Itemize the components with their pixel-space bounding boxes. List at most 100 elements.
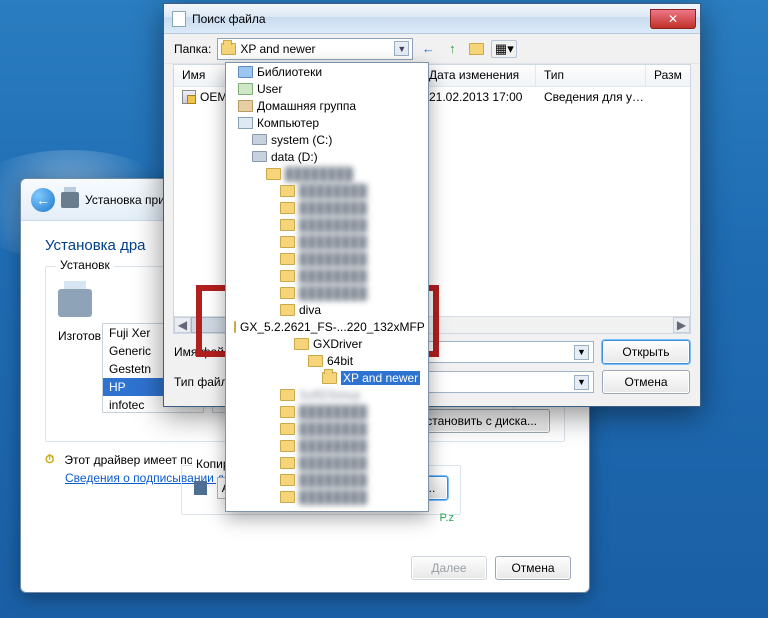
tree-item-label: diva	[299, 303, 321, 317]
tree-item[interactable]: 64bit	[226, 352, 428, 369]
tree-item-label: SoftDSetup	[299, 388, 360, 402]
tree-item[interactable]: ████████	[226, 165, 428, 182]
library-icon	[238, 66, 253, 78]
folder-icon	[280, 457, 295, 469]
back-button[interactable]: ←	[31, 188, 55, 212]
folder-icon	[280, 406, 295, 418]
tree-item-label: 64bit	[327, 354, 353, 368]
tree-item[interactable]: ████████	[226, 471, 428, 488]
dialog-cancel-button[interactable]: Отмена	[602, 370, 690, 394]
tree-item[interactable]: ████████	[226, 216, 428, 233]
chevron-down-icon[interactable]: ▼	[574, 345, 589, 360]
tree-item-label: ████████	[299, 286, 367, 300]
tree-item-label: Домашняя группа	[257, 99, 356, 113]
user-icon	[238, 83, 253, 95]
new-folder-icon[interactable]	[467, 40, 485, 58]
shield-warning-icon: ⏱	[45, 452, 54, 467]
tree-item[interactable]: ████████	[226, 250, 428, 267]
tree-item[interactable]: GX_5.2.2621_FS-...220_132xMFP	[226, 318, 428, 335]
tree-item[interactable]: ████████	[226, 233, 428, 250]
folder-icon	[280, 253, 295, 265]
folder-open-icon	[322, 372, 337, 384]
scroll-left-icon[interactable]: ◀	[174, 317, 191, 333]
folder-icon	[280, 185, 295, 197]
inf-file-icon	[182, 90, 196, 104]
folder-icon	[280, 287, 295, 299]
tree-item-label: ████████	[299, 490, 367, 504]
tree-item-label: ████████	[299, 235, 367, 249]
folder-icon	[280, 236, 295, 248]
file-name-cell: OEM	[200, 90, 227, 104]
wizard-window-title: Установка прин	[85, 193, 172, 207]
disk-icon	[252, 134, 267, 145]
tree-item[interactable]: SoftDSetup	[226, 386, 428, 403]
disk-icon	[252, 151, 267, 162]
tree-item[interactable]: ████████	[226, 437, 428, 454]
tree-item-label: ████████	[299, 405, 367, 419]
dialog-titlebar[interactable]: Поиск файла ✕	[164, 4, 700, 34]
col-type[interactable]: Тип	[536, 65, 646, 86]
close-button[interactable]: ✕	[650, 9, 696, 29]
file-modified-cell: 21.02.2013 17:00	[421, 90, 536, 104]
tree-item-label: ████████	[299, 201, 367, 215]
folder-icon	[280, 491, 295, 503]
floppy-icon	[194, 481, 207, 495]
tree-item[interactable]: data (D:)	[226, 148, 428, 165]
printer-icon	[61, 192, 79, 208]
folder-icon	[294, 338, 309, 350]
go-back-icon[interactable]: ←	[419, 40, 437, 58]
tree-item-label: system (C:)	[271, 133, 332, 147]
tree-item-label: Компьютер	[257, 116, 319, 130]
tree-item-label: data (D:)	[271, 150, 318, 164]
tree-item[interactable]: ████████	[226, 284, 428, 301]
folder-icon	[308, 355, 323, 367]
tree-item-label: GX_5.2.2621_FS-...220_132xMFP	[240, 320, 425, 334]
views-menu-icon[interactable]: ▦▾	[491, 40, 517, 58]
tree-item-label: ████████	[285, 167, 353, 181]
tree-item[interactable]: Компьютер	[226, 114, 428, 131]
tree-item[interactable]: system (C:)	[226, 131, 428, 148]
filename-label: Имя фай	[174, 345, 224, 359]
tree-item[interactable]: ████████	[226, 403, 428, 420]
tree-item[interactable]: ████████	[226, 199, 428, 216]
folder-icon	[280, 304, 295, 316]
tree-item-label: ████████	[299, 422, 367, 436]
tree-item-label: XP and newer	[341, 371, 420, 385]
computer-icon	[238, 117, 253, 129]
tree-item[interactable]: ████████	[226, 488, 428, 505]
up-one-level-icon[interactable]: ↑	[443, 40, 461, 58]
folder-open-icon	[221, 43, 236, 55]
tree-item[interactable]: GXDriver	[226, 335, 428, 352]
open-button[interactable]: Открыть	[602, 340, 690, 364]
folder-icon	[280, 389, 295, 401]
tree-item-label: ████████	[299, 218, 367, 232]
file-type-cell: Сведения для уст...	[536, 90, 646, 104]
scroll-right-icon[interactable]: ▶	[673, 317, 690, 333]
folder-icon	[280, 474, 295, 486]
printer-large-icon	[58, 289, 92, 317]
wizard-cancel-button[interactable]: Отмена	[495, 556, 571, 580]
tree-item[interactable]: User	[226, 80, 428, 97]
chevron-down-icon[interactable]: ▼	[394, 41, 409, 56]
tree-item[interactable]: ████████	[226, 420, 428, 437]
document-icon	[172, 11, 186, 27]
next-button[interactable]: Далее	[411, 556, 487, 580]
tree-item[interactable]: ████████	[226, 182, 428, 199]
tree-item[interactable]: ████████	[226, 267, 428, 284]
folder-combo[interactable]: XP and newer ▼	[217, 38, 413, 60]
tree-item-label: ████████	[299, 439, 367, 453]
col-modified[interactable]: Дата изменения	[421, 65, 536, 86]
tree-item[interactable]: ████████	[226, 454, 428, 471]
tree-item-label: ████████	[299, 184, 367, 198]
folder-tree-dropdown[interactable]: БиблиотекиUser Домашняя группа Компьютер sy…	[225, 62, 429, 512]
tree-item[interactable]: XP and newer	[226, 369, 428, 386]
manufacturer-column-label: Изготов	[58, 329, 101, 343]
tree-item[interactable]: Домашняя группа	[226, 97, 428, 114]
tree-item[interactable]: Библиотеки	[226, 63, 428, 80]
folder-combo-value: XP and newer	[240, 42, 315, 56]
dialog-title: Поиск файла	[192, 12, 266, 26]
chevron-down-icon[interactable]: ▼	[574, 375, 589, 390]
tree-item-label: ████████	[299, 252, 367, 266]
col-size[interactable]: Разм	[646, 65, 690, 86]
tree-item[interactable]: diva	[226, 301, 428, 318]
